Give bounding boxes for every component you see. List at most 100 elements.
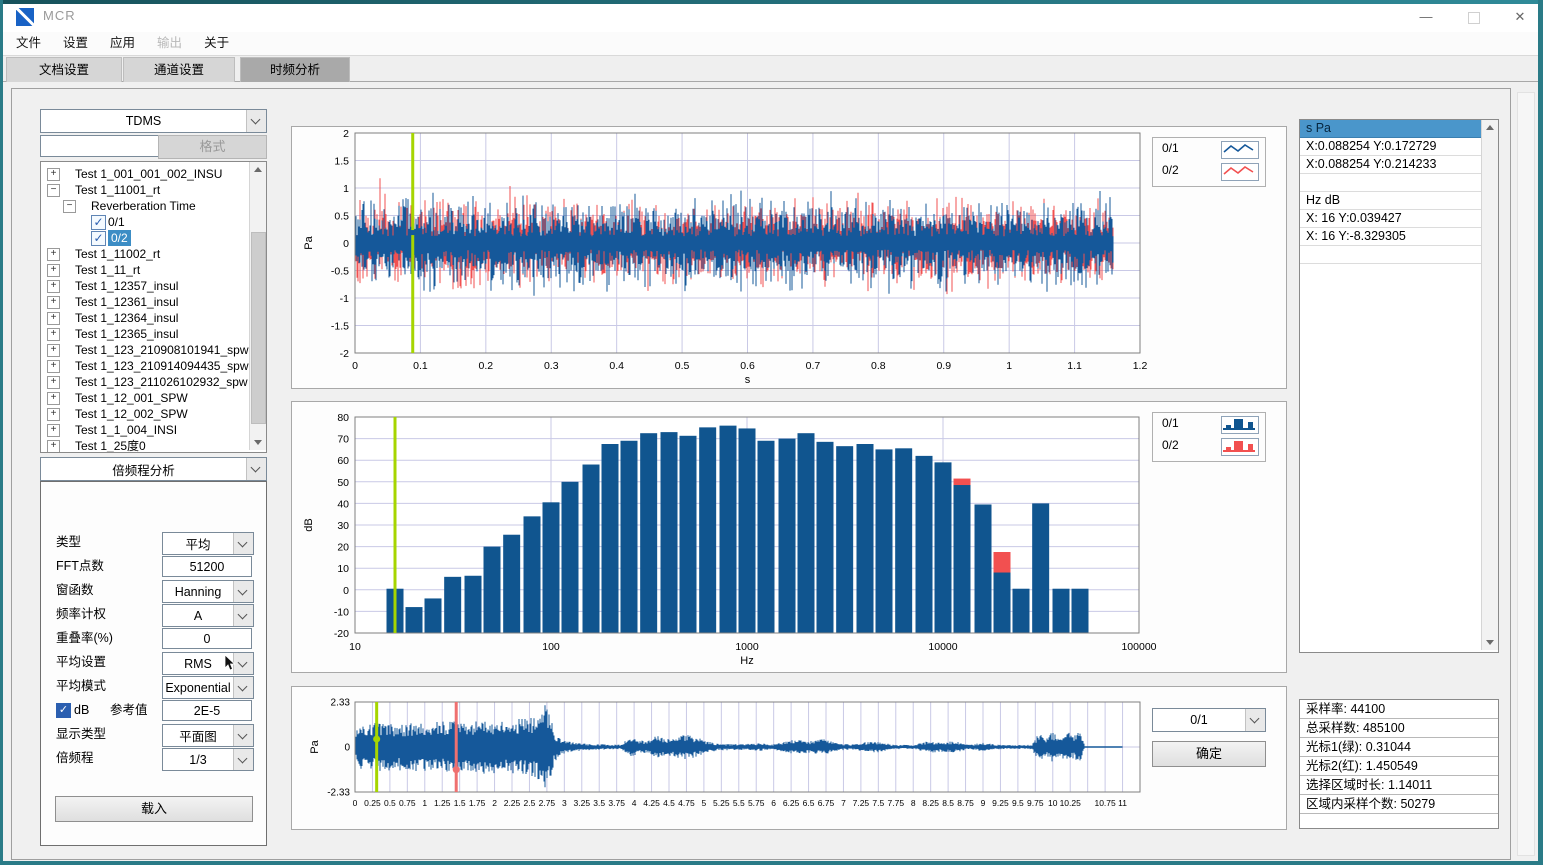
tree-item[interactable]: +Test 1_123_210914094435_spw <box>41 358 246 374</box>
readout-row[interactable]: X:0.088254 Y:0.214233 <box>1300 156 1481 174</box>
tree-item[interactable]: +Test 1_12364_insul <box>41 310 246 326</box>
octave-bar[interactable] <box>661 432 678 633</box>
readout-row[interactable]: X: 16 Y:0.039427 <box>1300 210 1481 228</box>
close-button[interactable]: ✕ <box>1501 4 1539 30</box>
expand-icon[interactable]: + <box>47 360 60 373</box>
expand-icon[interactable]: + <box>47 296 60 309</box>
tree-item[interactable]: +Test 1_12357_insul <box>41 278 246 294</box>
collapse-icon[interactable]: − <box>63 200 76 213</box>
setting-octave-combo[interactable]: 1/3 <box>162 748 254 771</box>
chevron-down-icon[interactable] <box>233 605 253 626</box>
tree-item[interactable]: ✓0/2 <box>41 230 246 246</box>
octave-bar[interactable] <box>798 433 815 633</box>
setting-display-type-combo[interactable]: 平面图 <box>162 724 254 747</box>
minimize-button[interactable]: — <box>1407 4 1445 30</box>
format-button[interactable]: 格式 <box>158 135 267 159</box>
tree-item[interactable]: +Test 1_12365_insul <box>41 326 246 342</box>
tab-channel-settings[interactable]: 通道设置 <box>123 57 235 82</box>
octave-bar[interactable] <box>444 577 461 633</box>
readout-row[interactable] <box>1300 246 1481 264</box>
expand-icon[interactable]: + <box>47 376 60 389</box>
db-checkbox[interactable]: ✓ <box>56 703 71 718</box>
setting-fft-points-input[interactable]: 51200 <box>162 556 252 577</box>
chevron-down-icon[interactable] <box>1245 709 1265 731</box>
octave-bar[interactable] <box>465 576 482 633</box>
tree-item[interactable]: ✓0/1 <box>41 214 246 230</box>
octave-bar[interactable] <box>836 446 853 633</box>
octave-bar[interactable] <box>602 444 619 633</box>
octave-bar[interactable] <box>620 441 637 633</box>
overview-waveform-chart[interactable]: 00.250.50.7511.251.51.7522.252.52.7533.2… <box>292 687 1286 829</box>
chevron-down-icon[interactable] <box>233 725 253 746</box>
octave-bar[interactable] <box>875 449 892 633</box>
analysis-type-combo[interactable]: 倍频程分析 <box>40 457 267 481</box>
chevron-down-icon[interactable] <box>233 581 253 602</box>
expand-icon[interactable]: + <box>47 264 60 277</box>
tree-item[interactable]: +Test 1_11_rt <box>41 262 246 278</box>
menu-item-output[interactable]: 输出 <box>157 32 182 54</box>
chevron-down-icon[interactable] <box>233 749 253 770</box>
readout-row[interactable]: Hz dB <box>1300 192 1481 210</box>
menu-item-file[interactable]: 文件 <box>16 32 41 54</box>
expand-icon[interactable]: + <box>47 280 60 293</box>
octave-bar[interactable] <box>1053 589 1070 633</box>
db-reference-input[interactable]: 2E-5 <box>162 700 252 721</box>
octave-bar[interactable] <box>640 433 657 633</box>
octave-bar[interactable] <box>583 465 600 633</box>
readout-header-row[interactable]: s Pa <box>1300 120 1481 138</box>
chevron-down-icon[interactable] <box>233 677 253 698</box>
collapse-icon[interactable]: − <box>47 184 60 197</box>
expand-icon[interactable]: + <box>47 424 60 437</box>
menu-item-settings[interactable]: 设置 <box>63 32 88 54</box>
octave-bar[interactable] <box>953 485 970 633</box>
octave-bar[interactable] <box>406 607 423 633</box>
menu-item-apply[interactable]: 应用 <box>110 32 135 54</box>
chevron-down-icon[interactable] <box>233 653 253 674</box>
expand-icon[interactable]: + <box>47 312 60 325</box>
octave-bar[interactable] <box>1012 589 1029 633</box>
octave-bar[interactable] <box>816 442 833 633</box>
expand-icon[interactable]: + <box>47 168 60 181</box>
cursor-readout-list[interactable]: s PaX:0.088254 Y:0.172729X:0.088254 Y:0.… <box>1299 119 1499 653</box>
tree-item[interactable]: +Test 1_12361_insul <box>41 294 246 310</box>
octave-bar[interactable] <box>857 444 874 633</box>
overview-channel-combo[interactable]: 0/1 <box>1152 708 1266 732</box>
legend-entry[interactable]: 0/2 <box>1153 160 1265 182</box>
chevron-down-icon[interactable] <box>246 458 266 480</box>
setting-type-combo[interactable]: 平均 <box>162 532 254 555</box>
chevron-down-icon[interactable] <box>246 110 266 132</box>
octave-bar[interactable] <box>935 462 952 633</box>
legend-entry[interactable]: 0/1 <box>1153 138 1265 160</box>
tree-scrollbar[interactable] <box>249 162 266 450</box>
setting-window-function-combo[interactable]: Hanning <box>162 580 254 603</box>
expand-icon[interactable]: + <box>47 408 60 421</box>
expand-icon[interactable]: + <box>47 344 60 357</box>
channel-checkbox[interactable]: ✓ <box>91 215 106 230</box>
setting-avg-mode-combo[interactable]: Exponential <box>162 676 254 699</box>
channel-checkbox[interactable]: ✓ <box>91 231 106 246</box>
scrollbar-thumb[interactable] <box>251 232 266 424</box>
load-button[interactable]: 载入 <box>55 796 253 822</box>
menu-item-about[interactable]: 关于 <box>204 32 229 54</box>
scroll-up-icon[interactable] <box>1482 120 1498 136</box>
octave-bar[interactable] <box>779 439 796 633</box>
maximize-button[interactable] <box>1455 4 1493 30</box>
octave-bar[interactable] <box>503 535 520 633</box>
file-format-combo[interactable]: TDMS <box>40 109 267 133</box>
legend-entry[interactable]: 0/1 <box>1153 413 1265 435</box>
expand-icon[interactable]: + <box>47 440 60 453</box>
octave-bar[interactable] <box>679 436 696 633</box>
octave-bar[interactable] <box>483 547 500 633</box>
scroll-down-icon[interactable] <box>250 434 266 450</box>
file-tree[interactable]: +Test 1_001_001_002_INSU−Test 1_11001_rt… <box>40 161 267 453</box>
tree-item[interactable]: +Test 1_11002_rt <box>41 246 246 262</box>
scroll-down-icon[interactable] <box>1482 634 1498 650</box>
window-scrollbar-gutter[interactable] <box>1517 92 1535 856</box>
chevron-down-icon[interactable] <box>233 533 253 554</box>
expand-icon[interactable]: + <box>47 328 60 341</box>
readout-row[interactable] <box>1300 174 1481 192</box>
octave-bar[interactable] <box>699 427 716 633</box>
octave-bar[interactable] <box>561 482 578 633</box>
time-waveform-chart[interactable]: 00.10.20.30.40.50.60.70.80.911.11.221.51… <box>292 127 1286 388</box>
octave-bar[interactable] <box>975 504 992 633</box>
